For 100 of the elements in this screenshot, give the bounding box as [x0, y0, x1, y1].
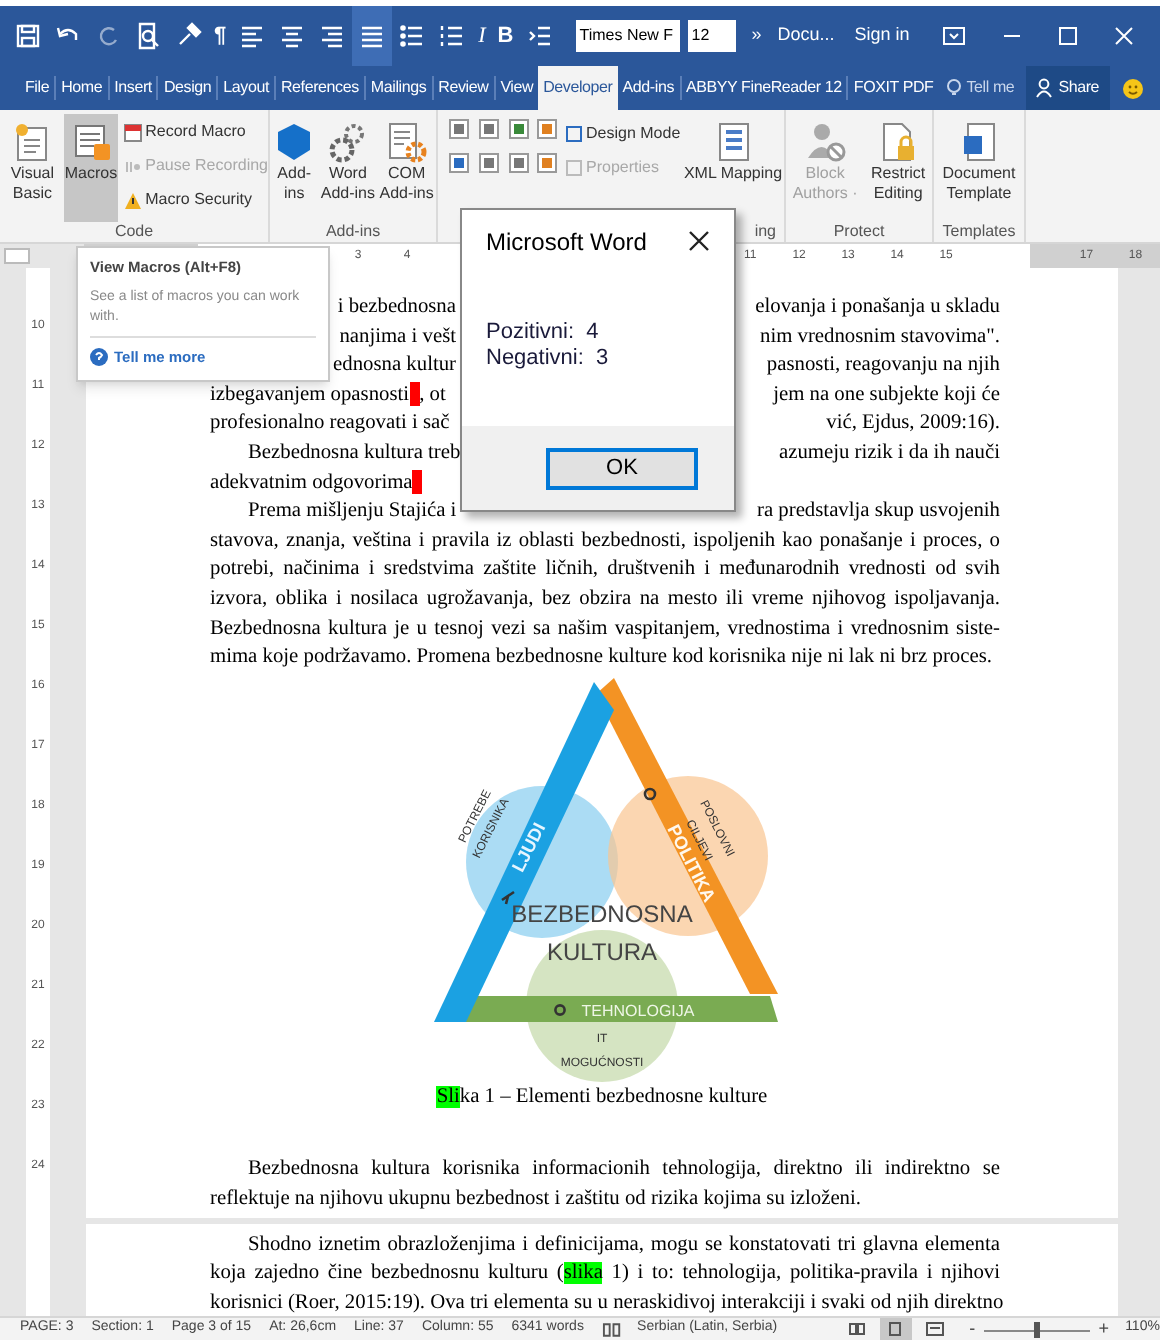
diagram-label: TEHNOLOGIJA — [581, 1001, 695, 1020]
zoom-out-button[interactable]: - — [969, 1315, 976, 1340]
ribbon-button[interactable]: Add- ins — [272, 120, 317, 222]
text-line: korisnici (Roer, 2015:19). Ova tri elementa su u neraskidivoj interakciji i svaki od njih direktno — [210, 1289, 1004, 1316]
font-name-field[interactable]: Times New F — [575, 20, 680, 52]
diagram-label: KULTURA — [546, 937, 658, 966]
text-line: azumeju rizik i da ih nauči — [778, 439, 1000, 468]
ribbon-small-button[interactable]: Record Macro — [123, 120, 268, 144]
ribbon-button[interactable]: COM Add-ins — [379, 120, 434, 222]
ribbon-tab[interactable]: Layout — [218, 66, 274, 110]
dialog-title: Microsoft Word — [486, 225, 647, 259]
ribbon-tab[interactable]: Review — [433, 66, 494, 110]
font-size-field[interactable]: 12 — [687, 20, 736, 52]
text-line: pasnosti, reagovanju na njih — [766, 352, 1000, 381]
control-icon[interactable] — [536, 151, 559, 173]
control-icon[interactable] — [477, 118, 500, 140]
text-line: Bezbednosna kultura je u tesnoj vezi sa našim vaspitanjem, vrednostima i vrednosnim siste- — [210, 615, 1000, 644]
ribbon-display-icon[interactable] — [941, 26, 966, 46]
text-line: izbegavanjem opasnosti , ot — [210, 381, 446, 411]
window-icon — [925, 1322, 944, 1336]
indent-icon[interactable] — [525, 22, 554, 50]
dialog-message: Negativni: 3 — [486, 346, 611, 372]
group-label: Code — [112, 222, 156, 242]
toolbar-glyph-button[interactable]: ¶ — [214, 19, 227, 53]
preview-icon[interactable] — [134, 22, 162, 50]
sign-in-link[interactable]: Sign in — [854, 22, 910, 50]
text-line: i bezbednosna — [337, 294, 456, 322]
tell-me-search[interactable]: Tell me — [946, 66, 1015, 110]
ribbon-tab[interactable]: FOXIT PDF — [848, 66, 939, 110]
ribbon-tab[interactable]: Home — [56, 66, 108, 110]
ribbon-tab[interactable]: Insert — [109, 66, 157, 110]
document-template-button[interactable]: Document Template — [934, 110, 1024, 222]
figure-caption: Slika 1 – Elementi bezbednosne kulture — [436, 1083, 768, 1112]
text-line: elovanja i ponašanja u skladu — [755, 294, 1000, 322]
control-icon[interactable] — [536, 118, 559, 140]
text-line: Bezbednosna kultura treb — [248, 439, 461, 468]
book-icon[interactable] — [601, 1321, 622, 1337]
numbering-icon[interactable] — [438, 22, 467, 50]
text-line: ednosna kultur — [333, 352, 456, 381]
zoom-in-button[interactable]: + — [1098, 1315, 1110, 1340]
control-icon[interactable] — [507, 151, 529, 173]
align-justify-icon[interactable] — [358, 22, 387, 50]
square-icon — [566, 126, 582, 142]
document-title: Docu... — [777, 22, 835, 49]
com-icon — [384, 120, 429, 164]
text-line: mima koje podržavamo. Promena bezbednosne kulture kod korisnika nije ni lak ni brz proces. — [210, 644, 994, 673]
bullets-icon[interactable] — [398, 22, 427, 50]
text-line: nanjima i vešt — [339, 323, 456, 352]
text-line: Prema mišljenju Stajića i — [248, 498, 457, 527]
group-label: Protect — [831, 222, 887, 242]
align-left-icon[interactable] — [238, 22, 267, 50]
save-icon[interactable] — [14, 22, 42, 50]
ribbon-tab[interactable]: ABBYY FineReader 12 — [681, 66, 847, 110]
pause-icon — [123, 157, 142, 175]
maximize-icon[interactable] — [1057, 26, 1078, 46]
share-button[interactable]: Share — [1026, 66, 1110, 110]
text-line: izvora, oblika i nosilaca ugrožavanja, bez obzira na mesto ili vreme njihovog ispoljavanja. — [210, 585, 1000, 614]
overflow-button[interactable]: » — [751, 22, 762, 50]
toolbar-glyph-button[interactable]: B — [497, 19, 514, 53]
align-right-icon[interactable] — [318, 22, 347, 50]
view-button[interactable] — [880, 1318, 912, 1340]
ribbon-button[interactable]: Word Add-ins — [320, 120, 375, 222]
text-line: potrebi, načinima i sredstvima zaštite ličnih, društvenih i međunarodnih vrednosti od svih — [210, 556, 1000, 585]
xml-mapping-button[interactable]: XML Mapping — [682, 110, 784, 222]
zoom-slider-thumb[interactable] — [1034, 1321, 1041, 1337]
ribbon-tab[interactable]: References — [275, 66, 364, 110]
smiley-icon[interactable] — [1121, 77, 1144, 99]
group-label: ing — [754, 222, 776, 242]
ribbon-tab[interactable]: Developer — [538, 66, 618, 110]
warning-icon — [123, 191, 142, 209]
text-line: Bezbednosna kultura korisnika informacionih tehnologija, direktno ili indirektno se — [248, 1156, 1000, 1185]
control-icon[interactable] — [477, 151, 500, 173]
control-icon[interactable] — [507, 118, 529, 140]
ribbon-tab[interactable]: Add-ins — [617, 66, 679, 110]
control-icon[interactable] — [448, 118, 470, 140]
text-line: vić, Ejdus, 2009:16). — [826, 410, 1000, 439]
ribbon-button[interactable]: Restrict Editing — [871, 120, 926, 222]
close-icon[interactable] — [688, 230, 710, 252]
text-line: Shodno iznetim obrazloženjima i definicijama, mogu se konstatovati tri glavna elementa — [248, 1231, 1000, 1259]
control-icon[interactable] — [448, 151, 470, 173]
ribbon-small-button[interactable]: Macro Security — [123, 188, 268, 212]
ribbon-tab[interactable]: View — [495, 66, 539, 110]
record-icon — [123, 123, 142, 141]
italic-button[interactable]: I — [478, 19, 486, 53]
group-label: Templates — [940, 222, 1018, 242]
macros-button[interactable]: Macros — [64, 114, 118, 222]
square-icon — [566, 160, 582, 176]
ribbon-tab[interactable]: Design — [158, 66, 217, 110]
block-icon — [803, 120, 848, 164]
text-line: nim vrednosnim stavovima". — [760, 323, 1000, 352]
macro-sheet-icon — [69, 120, 113, 164]
redo-icon[interactable] — [94, 22, 122, 50]
text-line: profesionalno reagovati i sač — [210, 410, 450, 439]
ribbon-small-button[interactable]: Design Mode — [566, 122, 681, 146]
ribbon-tab[interactable]: Mailings — [365, 66, 432, 110]
visual-basic-button[interactable]: Visual Basic — [0, 114, 65, 222]
group-label: Add-ins — [323, 222, 383, 242]
ribbon-tab[interactable]: File — [20, 66, 55, 110]
align-center-icon[interactable] — [278, 22, 307, 50]
text-line: reflektuje na njihovu ukupnu bezbednost i zaštitu od rizika kojima su izloženi. — [210, 1185, 863, 1214]
